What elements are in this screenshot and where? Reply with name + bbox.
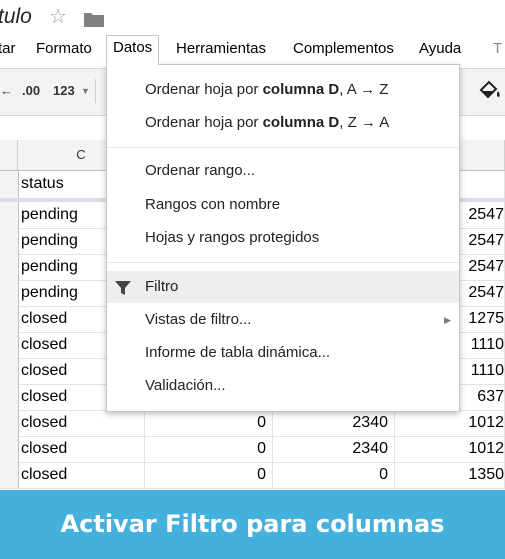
menu-divider [107,262,459,263]
caption-banner: Activar Filtro para columnas [0,490,505,559]
submenu-arrow-icon: ▶ [444,315,451,325]
sort-desc-column: columna D [262,114,340,131]
sort-sheet-asc[interactable]: Ordenar hoja por columna D, A → Z [107,74,459,106]
status-cell[interactable]: closed [18,436,145,462]
row-number[interactable] [0,306,19,332]
filter-views-item[interactable]: Vistas de filtro... ▶ [107,304,459,336]
cell-d[interactable]: 0 [145,462,273,488]
table-row: closed 0 0 1350 [0,462,505,489]
menu-divider [107,147,459,148]
row-number[interactable] [0,202,19,228]
cell-d[interactable]: 0 [145,436,273,462]
menu-ayuda[interactable]: Ayuda [413,36,467,64]
menu-truncated[interactable]: T [487,36,505,64]
sort-sheet-desc[interactable]: Ordenar hoja por columna D, Z → A [107,107,459,139]
sort-asc-column: columna D [262,81,340,98]
banner-caption: Activar Filtro para columnas [60,510,445,538]
increase-decimal-button[interactable]: .00 [22,83,40,98]
row-number[interactable] [0,358,19,384]
cell-e[interactable]: 2340 [273,436,395,462]
menu-insertar[interactable]: tar [0,36,22,64]
row-number[interactable] [0,384,19,410]
folder-icon[interactable] [84,11,104,27]
row-number[interactable] [0,171,19,198]
row-number[interactable] [0,410,19,436]
title-row: tulo ☆ [0,0,505,36]
sort-desc-suffix: , Z → A [339,114,390,131]
cell-e[interactable]: 2340 [273,410,395,436]
star-icon[interactable]: ☆ [49,7,67,27]
table-row: closed 0 2340 1012 [0,436,505,463]
cell-e[interactable]: 0 [273,462,395,488]
sort-asc-prefix: Ordenar hoja por [145,81,263,98]
row-number[interactable] [0,254,19,280]
row-number[interactable] [0,436,19,462]
cell-d[interactable]: 0 [145,410,273,436]
chevron-down-icon[interactable]: ▼ [81,86,90,96]
status-cell[interactable]: closed [18,462,145,488]
sort-range-item[interactable]: Ordenar rango... [107,155,459,187]
filter-views-label: Vistas de filtro... [145,311,252,328]
status-cell[interactable]: closed [18,410,145,436]
filter-icon [115,281,131,295]
menu-complementos[interactable]: Complementos [287,36,400,64]
document-title[interactable]: tulo [0,5,32,29]
cell-f[interactable]: 1012 [395,436,505,462]
named-ranges-item[interactable]: Rangos con nombre [107,189,459,221]
cell-f[interactable]: 1350 [395,462,505,488]
validation-item[interactable]: Validación... [107,370,459,402]
menu-datos[interactable]: Datos [106,35,160,65]
corner-cell[interactable] [0,140,18,170]
decrease-decimal-icon[interactable]: ← [0,83,13,98]
menu-formato[interactable]: Formato [30,36,98,64]
row-number[interactable] [0,332,19,358]
protected-sheets-item[interactable]: Hojas y rangos protegidos [107,222,459,254]
menu-herramientas[interactable]: Herramientas [170,36,272,64]
row-number[interactable] [0,228,19,254]
filter-label: Filtro [145,278,179,295]
toolbar-divider [95,79,96,103]
number-format-button[interactable]: 123 [53,83,75,98]
filter-item[interactable]: Filtro [107,271,459,303]
cell-f[interactable]: 1012 [395,410,505,436]
menu-bar: tar Formato Datos Herramientas Complemen… [0,35,505,65]
datos-dropdown-menu: Ordenar hoja por columna D, A → Z Ordena… [106,64,460,412]
table-row: closed 0 2340 1012 [0,410,505,437]
paint-bucket-icon[interactable] [478,80,502,102]
row-number[interactable] [0,462,19,488]
row-number[interactable] [0,280,19,306]
pivot-table-item[interactable]: Informe de tabla dinámica... [107,337,459,369]
sort-asc-suffix: , A → Z [339,81,389,98]
sort-desc-prefix: Ordenar hoja por [145,114,263,131]
